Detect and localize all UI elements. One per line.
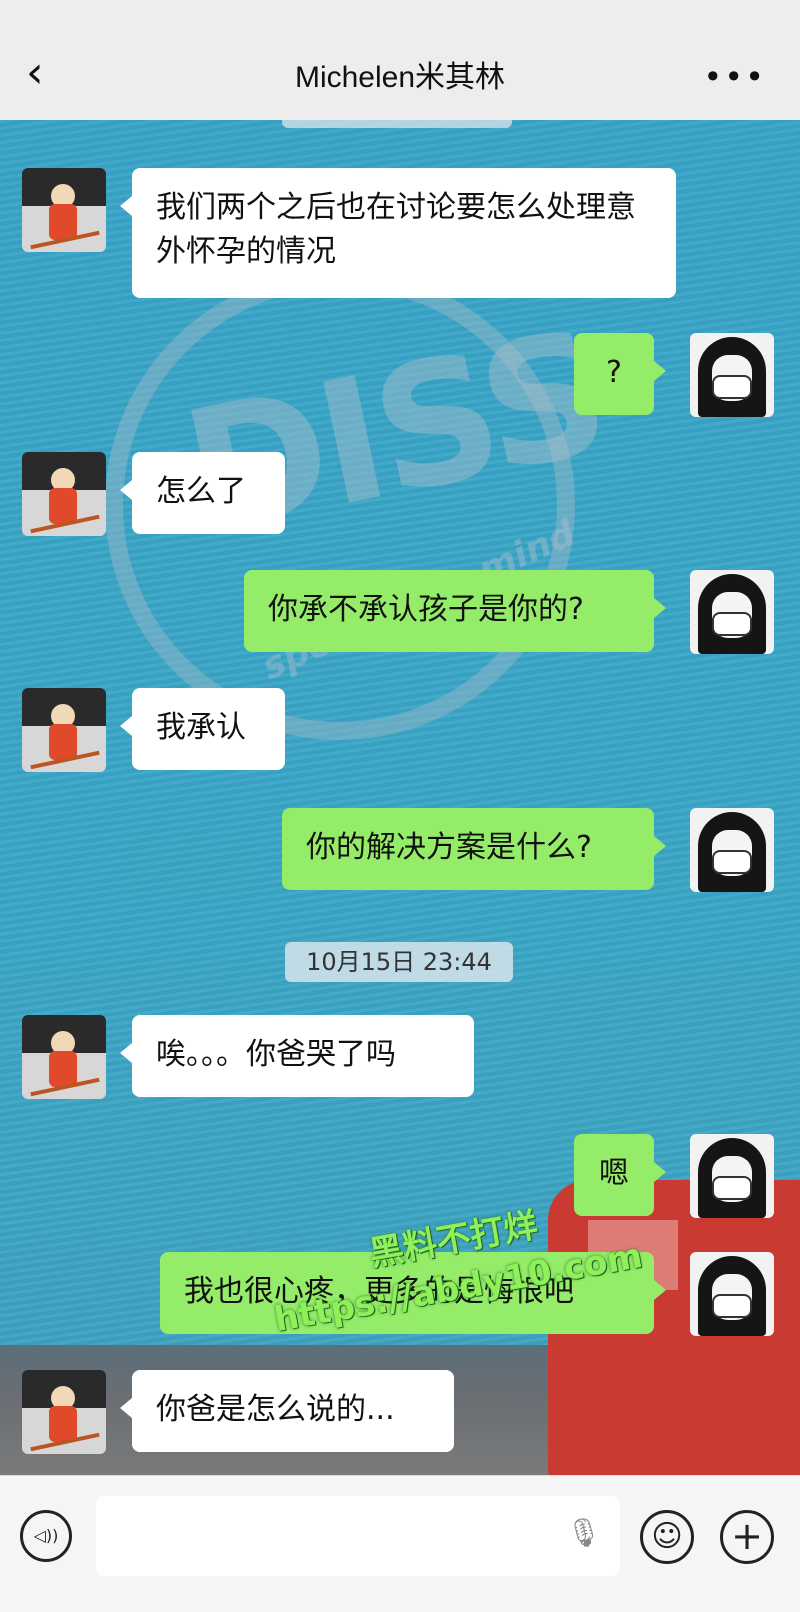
outgoing-message-bubble[interactable]: ? — [574, 333, 666, 415]
chat-header: ‹ Michelen米其林 ••• — [0, 0, 800, 120]
voice-input-icon[interactable]: ◁)) — [20, 1510, 72, 1562]
contact-avatar[interactable] — [22, 1015, 106, 1099]
self-avatar[interactable] — [690, 1134, 774, 1218]
self-avatar[interactable] — [690, 333, 774, 417]
message-timestamp: 10月15日 23:44 — [285, 942, 513, 982]
outgoing-message-bubble[interactable]: 你的解决方案是什么? — [282, 808, 666, 890]
emoji-icon[interactable]: ☺ — [640, 1510, 694, 1564]
incoming-message-bubble[interactable]: 你爸是怎么说的... — [120, 1370, 454, 1452]
input-bar: ◁)) 🎙 ☺ + — [0, 1475, 800, 1612]
chat-screen: DISS speak your mind ‹ Michelen米其林 ••• 我… — [0, 0, 800, 1612]
self-avatar[interactable] — [690, 1252, 774, 1336]
contact-avatar[interactable] — [22, 1370, 106, 1454]
incoming-message-bubble[interactable]: 唉。。。你爸哭了吗 — [120, 1015, 474, 1097]
microphone-icon[interactable]: 🎙 — [566, 1516, 602, 1556]
more-options-icon[interactable]: ••• — [703, 58, 766, 96]
incoming-message-bubble[interactable]: 我承认 — [120, 688, 285, 770]
incoming-message-bubble[interactable]: 我们两个之后也在讨论要怎么处理意外怀孕的情况 — [120, 168, 676, 298]
contact-avatar[interactable] — [22, 688, 106, 772]
self-avatar[interactable] — [690, 570, 774, 654]
chat-title: Michelen米其林 — [294, 61, 506, 94]
message-input[interactable] — [96, 1496, 620, 1576]
contact-avatar[interactable] — [22, 452, 106, 536]
outgoing-message-bubble[interactable]: 你承不承认孩子是你的? — [244, 570, 666, 652]
self-avatar[interactable] — [690, 808, 774, 892]
outgoing-message-bubble[interactable]: 嗯 — [574, 1134, 666, 1216]
contact-avatar[interactable] — [22, 168, 106, 252]
plus-icon[interactable]: + — [720, 1510, 774, 1564]
incoming-message-bubble[interactable]: 怎么了 — [120, 452, 285, 534]
